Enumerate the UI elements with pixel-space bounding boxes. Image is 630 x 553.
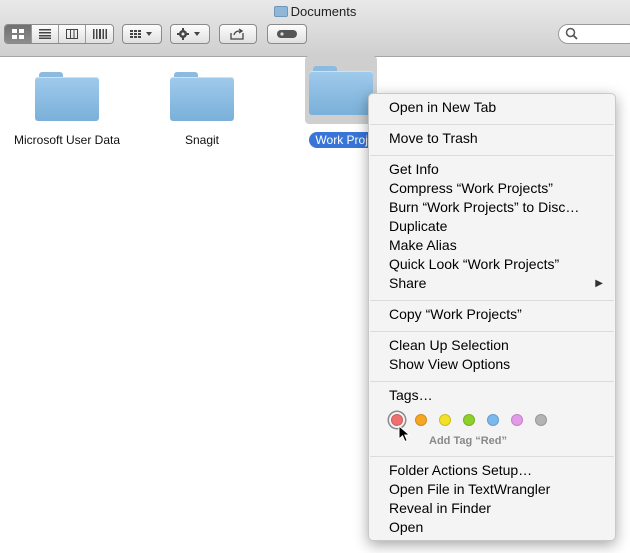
menu-separator xyxy=(370,155,614,156)
menu-item-compress[interactable]: Compress “Work Projects” xyxy=(389,180,553,196)
menu-item-show-view-options[interactable]: Show View Options xyxy=(389,356,510,372)
menu-item-duplicate[interactable]: Duplicate xyxy=(389,218,447,234)
tag-yellow-dot[interactable] xyxy=(439,414,451,426)
menu-item-open[interactable]: Open xyxy=(389,519,423,535)
window-title: Documents xyxy=(0,4,630,19)
column-view-button[interactable] xyxy=(59,25,86,43)
selection-highlight xyxy=(305,56,377,124)
menu-separator xyxy=(370,381,614,382)
menu-item-move-to-trash[interactable]: Move to Trash xyxy=(389,130,478,146)
menu-item-copy[interactable]: Copy “Work Projects” xyxy=(389,306,522,322)
gear-icon xyxy=(177,28,200,40)
folder-label: Microsoft User Data xyxy=(13,133,121,147)
menu-separator xyxy=(370,300,614,301)
folder-icon xyxy=(273,6,288,17)
menu-item-folder-actions[interactable]: Folder Actions Setup… xyxy=(389,462,532,478)
tag-pill-icon xyxy=(277,30,297,38)
folder-item[interactable]: Microsoft User Data xyxy=(2,62,132,149)
icon-view-button[interactable] xyxy=(5,25,32,43)
coverflow-icon xyxy=(92,29,107,39)
coverflow-view-button[interactable] xyxy=(86,25,113,43)
menu-item-share[interactable]: Share xyxy=(389,275,426,291)
folder-icon xyxy=(309,64,373,116)
folder-label: Snagit xyxy=(184,133,220,147)
search-field[interactable] xyxy=(558,24,630,44)
menu-item-open-new-tab[interactable]: Open in New Tab xyxy=(389,99,496,115)
list-icon xyxy=(39,29,51,39)
share-icon xyxy=(230,28,244,40)
icon-grid-icon xyxy=(12,29,24,39)
share-button[interactable] xyxy=(219,24,257,44)
menu-item-make-alias[interactable]: Make Alias xyxy=(389,237,457,253)
tag-color-row xyxy=(391,414,547,426)
context-menu: Open in New Tab Move to Trash Get Info C… xyxy=(368,93,616,541)
list-view-button[interactable] xyxy=(32,25,59,43)
tag-blue-dot[interactable] xyxy=(487,414,499,426)
action-button[interactable] xyxy=(170,24,210,44)
menu-separator xyxy=(370,331,614,332)
tag-gray-dot[interactable] xyxy=(535,414,547,426)
menu-separator xyxy=(370,124,614,125)
columns-icon xyxy=(66,29,78,39)
arrange-grid-icon xyxy=(130,30,152,38)
menu-item-clean-up[interactable]: Clean Up Selection xyxy=(389,337,509,353)
menu-item-reveal-in-finder[interactable]: Reveal in Finder xyxy=(389,500,491,516)
search-icon xyxy=(565,27,578,40)
tags-button[interactable] xyxy=(267,24,307,44)
window-toolbar: Documents xyxy=(0,0,630,57)
mouse-cursor-icon xyxy=(398,425,411,443)
folder-icon xyxy=(170,70,234,122)
menu-item-burn[interactable]: Burn “Work Projects” to Disc… xyxy=(389,199,579,215)
arrange-button[interactable] xyxy=(122,24,162,44)
tag-orange-dot[interactable] xyxy=(415,414,427,426)
view-switcher xyxy=(4,24,114,44)
menu-separator xyxy=(370,456,614,457)
tag-hint-label: Add Tag “Red” xyxy=(429,435,508,447)
folder-icon xyxy=(35,70,99,122)
submenu-arrow-icon: ▶ xyxy=(595,278,603,289)
menu-item-get-info[interactable]: Get Info xyxy=(389,161,439,177)
tag-green-dot[interactable] xyxy=(463,414,475,426)
menu-item-tags[interactable]: Tags… xyxy=(389,387,433,403)
menu-item-quick-look[interactable]: Quick Look “Work Projects” xyxy=(389,256,559,272)
folder-item[interactable]: Snagit xyxy=(137,62,267,149)
tag-purple-dot[interactable] xyxy=(511,414,523,426)
menu-item-open-textwrangler[interactable]: Open File in TextWrangler xyxy=(389,481,550,497)
